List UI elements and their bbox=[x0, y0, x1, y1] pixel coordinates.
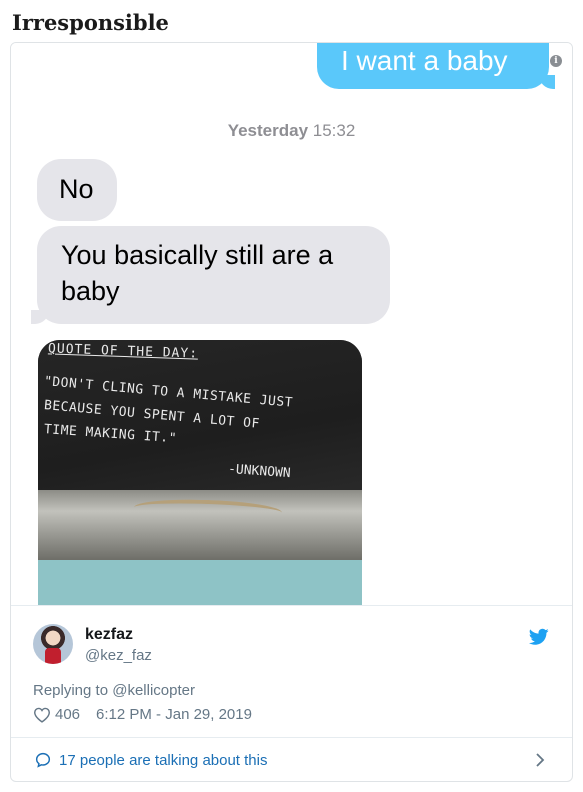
tweet-author-row[interactable]: kezfaz @kez_faz bbox=[11, 605, 572, 675]
outgoing-message-text: I want a baby bbox=[341, 45, 508, 76]
like-count: 406 bbox=[55, 706, 81, 723]
outgoing-message-bubble: I want a baby bbox=[317, 43, 555, 89]
chevron-right-icon[interactable] bbox=[535, 752, 545, 768]
incoming-message-bubble: No bbox=[37, 159, 117, 221]
tweet-timestamp[interactable]: 6:12 PM - Jan 29, 2019 bbox=[96, 706, 252, 723]
bubble-tail bbox=[539, 75, 555, 89]
article-headline: Irresponsible bbox=[12, 10, 169, 35]
author-display-name[interactable]: kezfaz bbox=[85, 626, 133, 644]
timestamp-time: 15:32 bbox=[312, 121, 356, 140]
quote-title: QUOTE OF THE DAY: bbox=[48, 341, 198, 361]
chat-bubble-icon bbox=[35, 752, 51, 768]
author-handle[interactable]: @kez_faz bbox=[85, 647, 152, 664]
quote-line: TIME MAKING IT." bbox=[43, 422, 178, 447]
chalkboard-photo: QUOTE OF THE DAY: "DON'T CLING TO A MIST… bbox=[38, 340, 362, 605]
background-water bbox=[38, 560, 362, 605]
message-screenshot: I want a baby i Yesterday 15:32 No You b… bbox=[11, 43, 572, 605]
incoming-message-text: No bbox=[59, 174, 94, 204]
timestamp-day: Yesterday bbox=[227, 121, 309, 140]
avatar[interactable] bbox=[33, 624, 73, 664]
replying-to-text[interactable]: Replying to @kellicopter bbox=[33, 682, 195, 699]
quote-author: -UNKNOWN bbox=[227, 461, 292, 482]
message-timestamp: Yesterday 15:32 bbox=[11, 121, 572, 141]
twitter-bird-icon[interactable] bbox=[529, 628, 549, 646]
bubble-tail bbox=[31, 310, 49, 324]
talking-about-row[interactable]: 17 people are talking about this bbox=[11, 737, 572, 781]
quote-title-text: QUOTE OF THE DAY: bbox=[47, 341, 199, 362]
talking-about-link[interactable]: 17 people are talking about this bbox=[59, 752, 267, 769]
embedded-tweet-card[interactable]: I want a baby i Yesterday 15:32 No You b… bbox=[10, 42, 573, 782]
info-icon: i bbox=[550, 55, 562, 67]
avatar-figure bbox=[45, 648, 61, 664]
incoming-message-text: You basically still are a baby bbox=[61, 240, 334, 306]
heart-icon[interactable] bbox=[33, 707, 51, 723]
incoming-message-bubble: You basically still are a baby bbox=[31, 226, 390, 324]
tweet-meta: 406 6:12 PM - Jan 29, 2019 bbox=[33, 706, 252, 723]
chalkboard: QUOTE OF THE DAY: "DON'T CLING TO A MIST… bbox=[38, 340, 362, 500]
